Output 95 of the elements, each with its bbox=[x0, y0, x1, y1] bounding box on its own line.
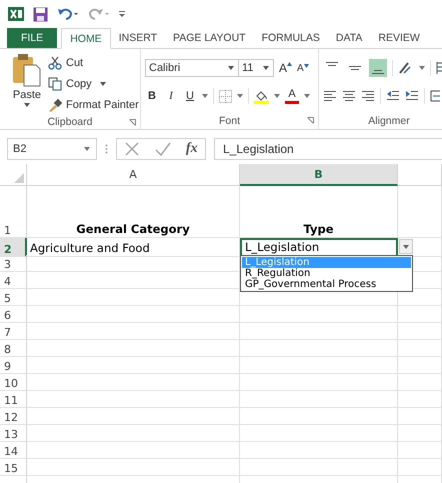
font-size-field[interactable]: 11 bbox=[238, 59, 274, 77]
align-bottom-button[interactable] bbox=[369, 59, 387, 77]
ribbon-tab[interactable]: FILE bbox=[7, 28, 58, 48]
spreadsheet-logo-icon bbox=[8, 6, 24, 22]
row-header[interactable]: 5 bbox=[0, 289, 27, 306]
paintbrush-icon bbox=[48, 98, 62, 112]
table-cell bbox=[398, 323, 442, 340]
scissors-icon bbox=[48, 56, 62, 70]
increase-indent-icon[interactable] bbox=[405, 90, 419, 102]
align-left-icon[interactable] bbox=[323, 90, 337, 102]
down-triangle-icon bbox=[304, 64, 309, 68]
row-header[interactable]: 15 bbox=[0, 459, 27, 476]
row-header[interactable]: 14 bbox=[0, 442, 27, 459]
row-header[interactable]: 12 bbox=[0, 408, 27, 425]
caret-icon[interactable] bbox=[419, 66, 425, 70]
table-cell bbox=[398, 357, 442, 374]
clipboard-icon bbox=[12, 53, 42, 87]
row-header[interactable]: 11 bbox=[0, 391, 27, 408]
table-cell bbox=[398, 306, 442, 323]
table-cell bbox=[398, 442, 442, 459]
row-header[interactable]: 10 bbox=[0, 374, 27, 391]
up-triangle-icon bbox=[287, 62, 292, 66]
align-center-icon[interactable] bbox=[342, 90, 356, 102]
row-header[interactable]: 6 bbox=[0, 306, 27, 323]
undo-icon[interactable] bbox=[57, 7, 79, 21]
save-icon[interactable] bbox=[33, 6, 48, 22]
format-painter-button[interactable]: Format Painter bbox=[48, 95, 139, 114]
copy-icon bbox=[48, 76, 62, 90]
table-cell: Agriculture and Food bbox=[27, 238, 240, 257]
caret-icon[interactable] bbox=[237, 94, 243, 98]
customize-caret-icon[interactable] bbox=[119, 11, 125, 17]
dialog-launcher-icon[interactable] bbox=[129, 119, 136, 126]
row-header[interactable]: 4 bbox=[0, 272, 27, 289]
table-cell bbox=[398, 425, 442, 442]
dialog-launcher-icon[interactable] bbox=[307, 117, 314, 124]
column-header[interactable]: B bbox=[240, 164, 398, 186]
drag-handle-icon[interactable] bbox=[105, 144, 108, 154]
caret-icon bbox=[84, 147, 90, 151]
caret-icon bbox=[263, 66, 269, 70]
row-header[interactable]: 3 bbox=[0, 255, 27, 272]
group-label: Font bbox=[218, 114, 240, 126]
font-name-field[interactable]: Calibri bbox=[145, 59, 239, 77]
increase-font-button[interactable]: A bbox=[279, 61, 292, 75]
align-bottom-icon bbox=[372, 70, 384, 74]
caret-icon bbox=[228, 66, 234, 70]
merge-cells-icon[interactable] bbox=[430, 90, 440, 102]
dropdown-item[interactable]: R_Regulation bbox=[242, 268, 411, 279]
ribbon-tab[interactable]: HOME bbox=[61, 28, 111, 49]
insert-function-button[interactable]: fx bbox=[186, 141, 198, 157]
row-header[interactable]: 7 bbox=[0, 323, 27, 340]
align-top-icon bbox=[326, 62, 338, 66]
cut-button[interactable]: Cut bbox=[48, 53, 139, 72]
row-header[interactable]: 9 bbox=[0, 357, 27, 374]
borders-icon[interactable] bbox=[219, 90, 232, 102]
decrease-font-button[interactable]: A bbox=[297, 62, 309, 74]
table-cell bbox=[398, 408, 442, 425]
ribbon-tab[interactable]: PAGE LAYOUT bbox=[165, 28, 254, 48]
ribbon-tab[interactable]: INSERT bbox=[110, 28, 166, 48]
underline-button[interactable]: U bbox=[183, 90, 197, 102]
dropdown-item[interactable]: GP_Governmental Process bbox=[242, 279, 411, 290]
table-cell bbox=[398, 374, 442, 391]
italic-button[interactable]: I bbox=[164, 90, 178, 102]
row-header[interactable]: 13 bbox=[0, 425, 27, 442]
caret-icon bbox=[403, 244, 409, 248]
table-cell: General Category bbox=[27, 186, 240, 238]
table-cell: Type bbox=[240, 186, 398, 238]
paste-button[interactable]: Paste bbox=[12, 53, 42, 114]
row-header[interactable]: 2 bbox=[0, 238, 27, 257]
caret-icon[interactable] bbox=[304, 94, 310, 98]
table-cell bbox=[398, 340, 442, 357]
caret-icon[interactable] bbox=[202, 94, 208, 98]
align-right-icon[interactable] bbox=[361, 90, 375, 102]
caret-icon[interactable] bbox=[274, 94, 280, 98]
formula-input[interactable]: L_Legislation bbox=[214, 138, 442, 160]
row-header[interactable]: 8 bbox=[0, 340, 27, 357]
group-label: Clipboard bbox=[48, 116, 92, 128]
checkmark-icon[interactable] bbox=[155, 141, 172, 157]
table-cell bbox=[398, 186, 442, 238]
ribbon-tab[interactable]: DATA bbox=[328, 28, 370, 48]
caret-icon bbox=[100, 82, 106, 86]
bold-button[interactable]: B bbox=[145, 90, 159, 102]
ribbon-tab[interactable]: FORMULAS bbox=[254, 28, 328, 48]
group-label: Alignmer bbox=[368, 114, 410, 126]
name-box[interactable]: B2 bbox=[7, 138, 97, 160]
dropdown-button[interactable] bbox=[399, 239, 413, 254]
caret-icon bbox=[24, 103, 30, 107]
font-color-button[interactable]: A bbox=[285, 88, 299, 104]
table-cell bbox=[398, 459, 442, 476]
align-middle-icon bbox=[349, 66, 361, 70]
fill-color-icon[interactable] bbox=[254, 88, 269, 104]
decrease-indent-icon[interactable] bbox=[386, 90, 400, 102]
ribbon-tab[interactable]: REVIEW bbox=[370, 28, 428, 48]
table-cell bbox=[398, 391, 442, 408]
copy-button[interactable]: Copy bbox=[48, 74, 139, 93]
column-header[interactable]: A bbox=[27, 164, 240, 186]
